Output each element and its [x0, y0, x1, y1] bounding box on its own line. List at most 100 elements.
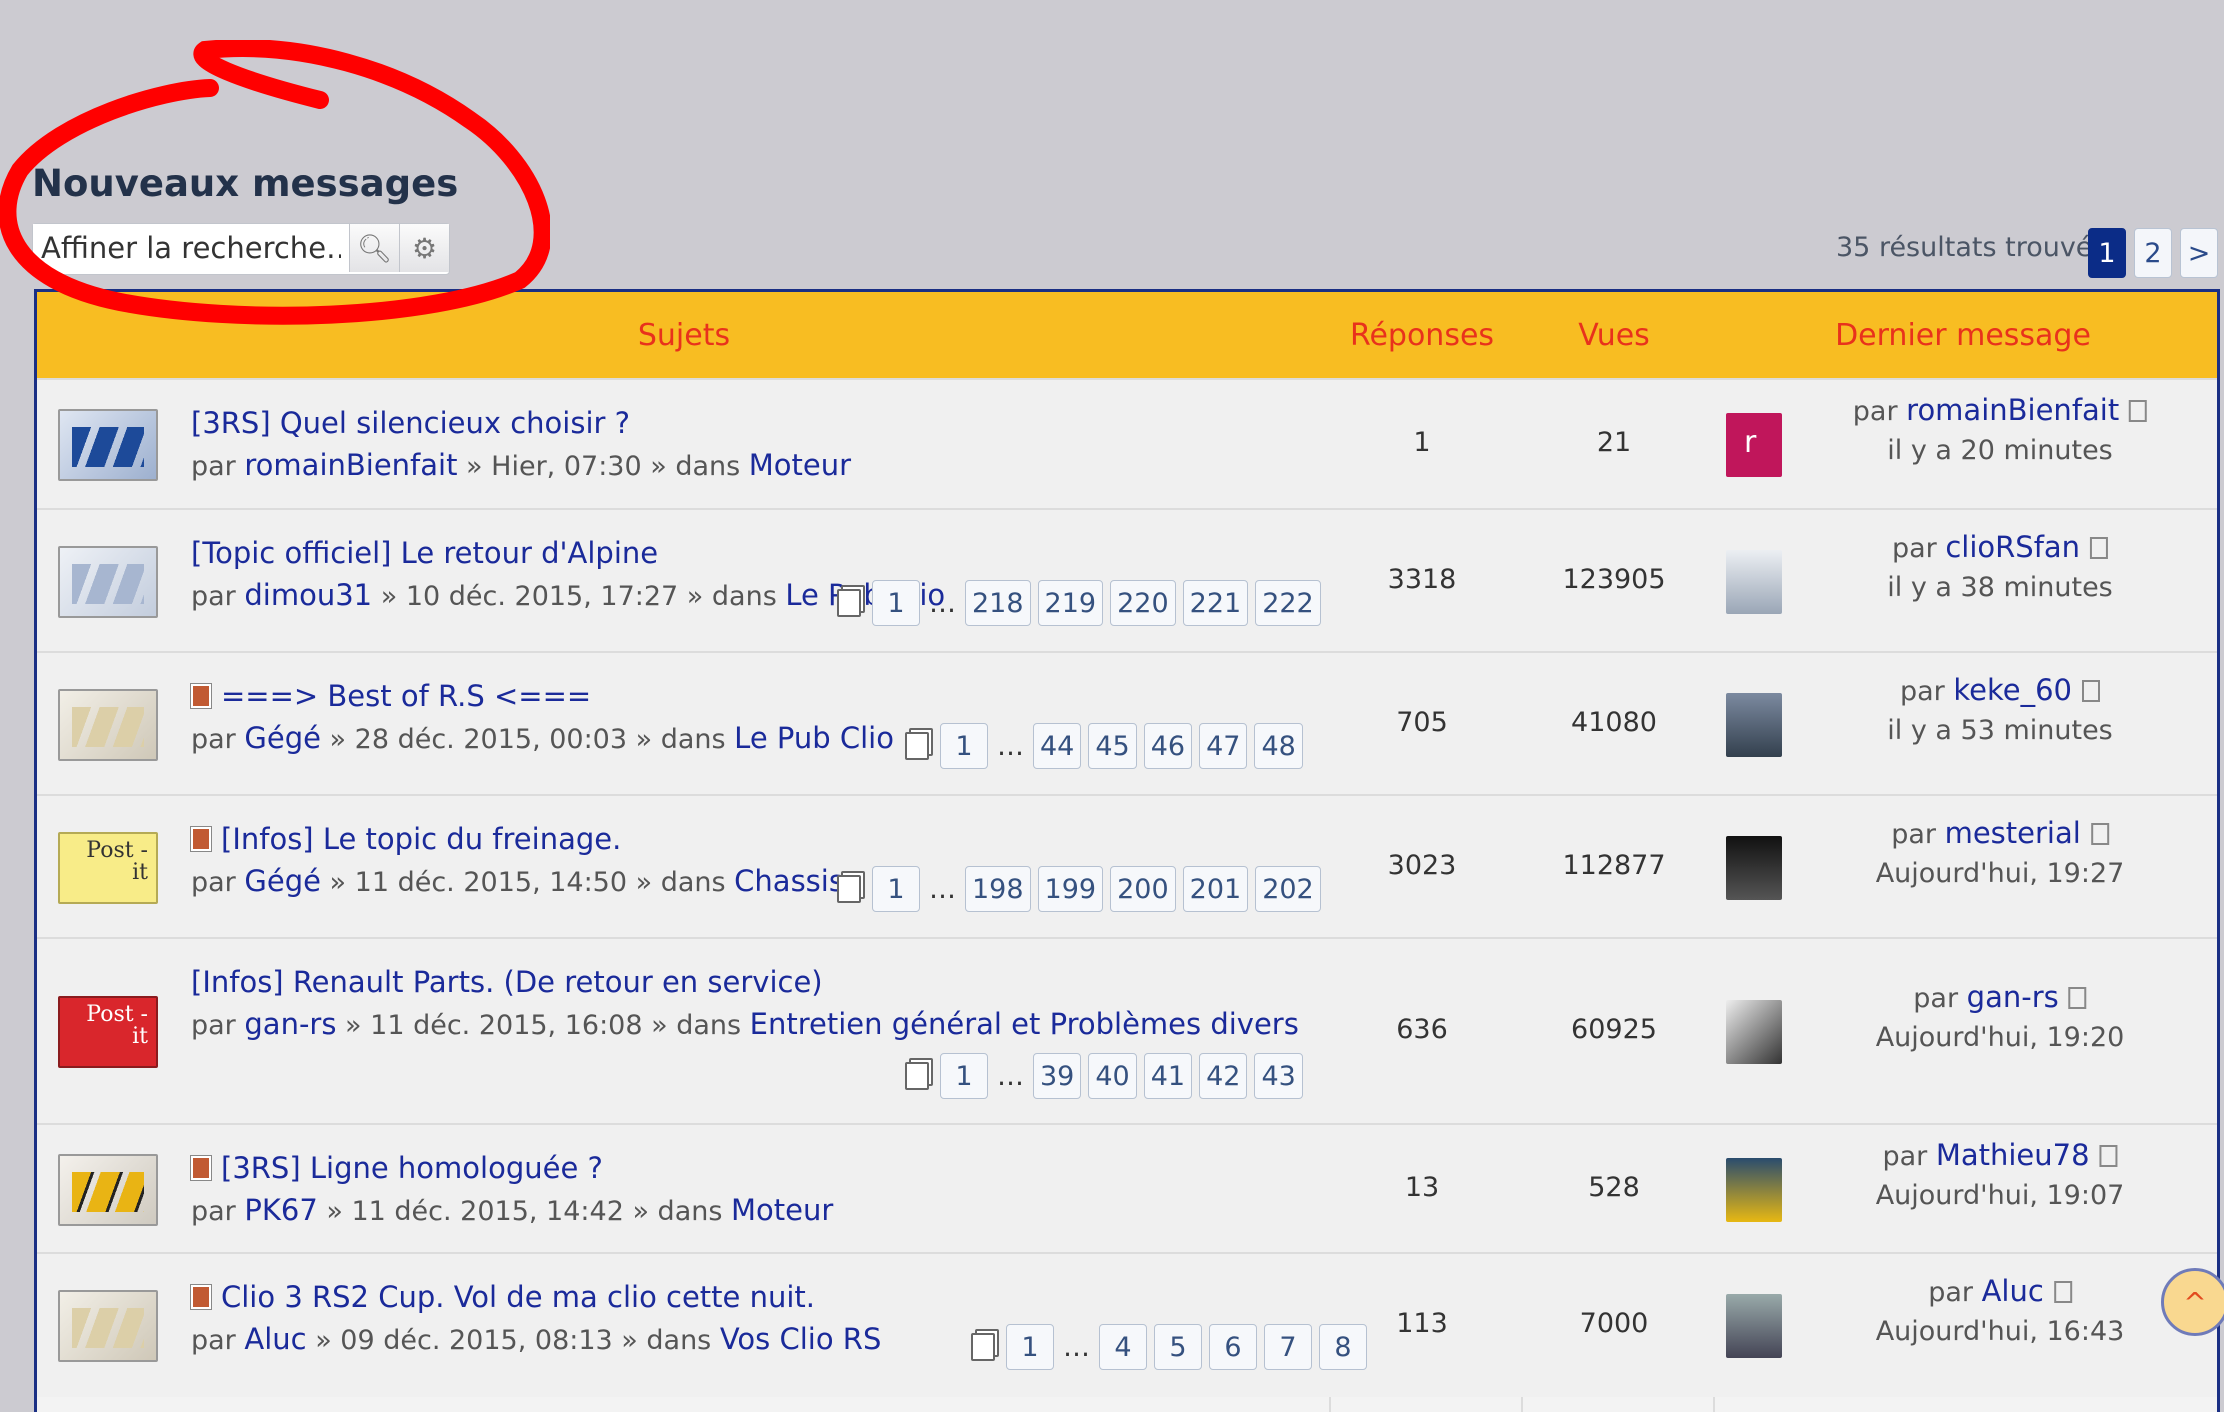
topic-page-link[interactable]: 7	[1264, 1324, 1312, 1370]
topic-page-link[interactable]: 218	[965, 580, 1031, 626]
avatar[interactable]	[1726, 693, 1782, 757]
goto-post-icon[interactable]	[2053, 1281, 2072, 1303]
author-link[interactable]: romainBienfait	[244, 448, 457, 482]
avatar[interactable]	[1726, 1158, 1782, 1222]
topic-page-link[interactable]: 47	[1199, 723, 1248, 769]
pages-ellipsis: …	[997, 730, 1024, 762]
author-link[interactable]: PK67	[244, 1193, 317, 1227]
last-author-link[interactable]: gan-rs	[1967, 980, 2059, 1014]
topic-page-link[interactable]: 8	[1319, 1324, 1367, 1370]
topic-title-link[interactable]: [Topic officiel] Le retour d'Alpine	[191, 536, 658, 570]
topic-page-link[interactable]: 202	[1255, 866, 1321, 912]
advanced-search-button[interactable]: ⚙	[399, 224, 449, 272]
topic-page-link[interactable]: 1	[872, 866, 920, 912]
last-post-author: par mesterial	[1891, 816, 2109, 850]
topic-page-link[interactable]: 1	[940, 1053, 988, 1099]
page-2-button[interactable]: 2	[2134, 228, 2172, 278]
topic-page-link[interactable]: 1	[1006, 1324, 1054, 1370]
topic-page-link[interactable]: 39	[1033, 1053, 1082, 1099]
goto-post-icon[interactable]	[2099, 1145, 2118, 1167]
last-author-link[interactable]: Mathieu78	[1936, 1138, 2090, 1172]
last-author-link[interactable]: clioRSfan	[1945, 530, 2080, 564]
col-replies: Réponses	[1349, 318, 1495, 353]
goto-post-icon[interactable]	[2090, 823, 2109, 845]
topic-page-link[interactable]: 200	[1110, 866, 1176, 912]
forum-link[interactable]: Moteur	[749, 448, 851, 482]
page-1-button[interactable]: 1	[2088, 228, 2126, 278]
scroll-top-button[interactable]: ^	[2161, 1268, 2224, 1336]
views-count: 112877	[1562, 850, 1666, 881]
goto-post-icon[interactable]	[2082, 680, 2100, 702]
forum-link[interactable]: Entretien général et Problèmes divers	[750, 1007, 1299, 1041]
by-label: par	[1891, 819, 1936, 850]
topic-page-link[interactable]: 220	[1110, 580, 1176, 626]
goto-post-icon[interactable]	[2090, 537, 2109, 559]
topic-meta: par romainBienfait » Hier, 07:30 » dans …	[191, 448, 851, 482]
topic-title-link[interactable]: ===> Best of R.S <===	[191, 679, 591, 713]
unread-edit-icon	[191, 684, 211, 708]
topic-title-text: [Infos] Le topic du freinage.	[221, 822, 622, 856]
last-author-link[interactable]: romainBienfait	[1906, 393, 2119, 427]
next-page-button[interactable]: >	[2180, 228, 2218, 278]
topic-title-link[interactable]: [Infos] Le topic du freinage.	[191, 822, 621, 856]
sticky-topic-icon: Post - it	[58, 996, 158, 1068]
avatar[interactable]: r	[1726, 413, 1782, 477]
replies-count: 113	[1396, 1308, 1448, 1339]
author-link[interactable]: Aluc	[244, 1322, 306, 1356]
topic-page-link[interactable]: 1	[940, 723, 988, 769]
avatar[interactable]	[1726, 1000, 1782, 1064]
author-link[interactable]: gan-rs	[244, 1007, 336, 1041]
topic-page-link[interactable]: 201	[1182, 866, 1249, 912]
topic-page-link[interactable]: 4	[1099, 1324, 1147, 1370]
replies-count: 3023	[1387, 850, 1457, 881]
pages-icon	[837, 875, 861, 903]
table-row: Post - it [Infos] Le topic du freinage. …	[37, 794, 2217, 939]
topic-page-link[interactable]: 222	[1255, 580, 1321, 626]
replies-count: 1	[1413, 427, 1431, 458]
forum-link[interactable]: Moteur	[731, 1193, 833, 1227]
forum-link[interactable]: Le Pub Clio	[734, 721, 894, 755]
topic-page-link[interactable]: 1	[872, 580, 920, 626]
topic-page-link[interactable]: 40	[1088, 1053, 1137, 1099]
topic-page-link[interactable]: 5	[1154, 1324, 1202, 1370]
forum-link[interactable]: Chassis	[734, 864, 844, 898]
topic-page-link[interactable]: 199	[1037, 866, 1104, 912]
last-author-link[interactable]: mesterial	[1945, 816, 2081, 850]
topic-page-link[interactable]: 45	[1088, 723, 1137, 769]
last-author-link[interactable]: keke_60	[1953, 673, 2072, 707]
by-label: par	[1891, 533, 1937, 564]
topic-title-link[interactable]: [Infos] Renault Parts. (De retour en ser…	[191, 965, 823, 999]
by-label: par	[191, 724, 236, 755]
topic-page-link[interactable]: 41	[1143, 1053, 1193, 1099]
topic-title-link[interactable]: Clio 3 RS2 Cup. Vol de ma clio cette nui…	[191, 1280, 815, 1314]
last-author-link[interactable]: Aluc	[1982, 1274, 2044, 1308]
topic-page-link[interactable]: 43	[1254, 1053, 1303, 1099]
topic-page-link[interactable]: 46	[1143, 723, 1193, 769]
author-link[interactable]: Gégé	[244, 864, 321, 898]
topic-page-link[interactable]: 221	[1182, 580, 1249, 626]
topic-title-link[interactable]: [3RS] Ligne homologuée ?	[191, 1151, 603, 1185]
avatar[interactable]	[1726, 1294, 1782, 1358]
topic-page-link[interactable]: 198	[965, 866, 1031, 912]
goto-post-icon[interactable]	[2068, 987, 2087, 1009]
author-link[interactable]: Gégé	[244, 721, 321, 755]
by-label: par	[191, 1010, 236, 1041]
topic-page-link[interactable]: 42	[1199, 1053, 1248, 1099]
topic-page-link[interactable]: 44	[1033, 723, 1082, 769]
topic-page-link[interactable]: 6	[1209, 1324, 1257, 1370]
goto-post-icon[interactable]	[2129, 400, 2148, 422]
search-button[interactable]: 🔍︎	[349, 224, 399, 272]
topic-page-link[interactable]: 219	[1037, 580, 1104, 626]
avatar[interactable]	[1726, 836, 1782, 900]
search-input[interactable]	[33, 224, 349, 272]
forum-link[interactable]: Vos Clio RS	[720, 1322, 882, 1356]
col-last-message: Dernier message	[1835, 318, 2091, 353]
topic-title-link[interactable]: [3RS] Quel silencieux choisir ?	[191, 406, 630, 440]
views-count: 60925	[1571, 1014, 1657, 1045]
avatar[interactable]	[1726, 550, 1782, 614]
by-label: par	[191, 1196, 236, 1227]
table-row: [3RS] Quel silencieux choisir ? par roma…	[37, 378, 2217, 510]
sticky-topic-icon: Post - it	[58, 832, 158, 904]
topic-page-link[interactable]: 48	[1254, 723, 1303, 769]
author-link[interactable]: dimou31	[244, 578, 372, 612]
